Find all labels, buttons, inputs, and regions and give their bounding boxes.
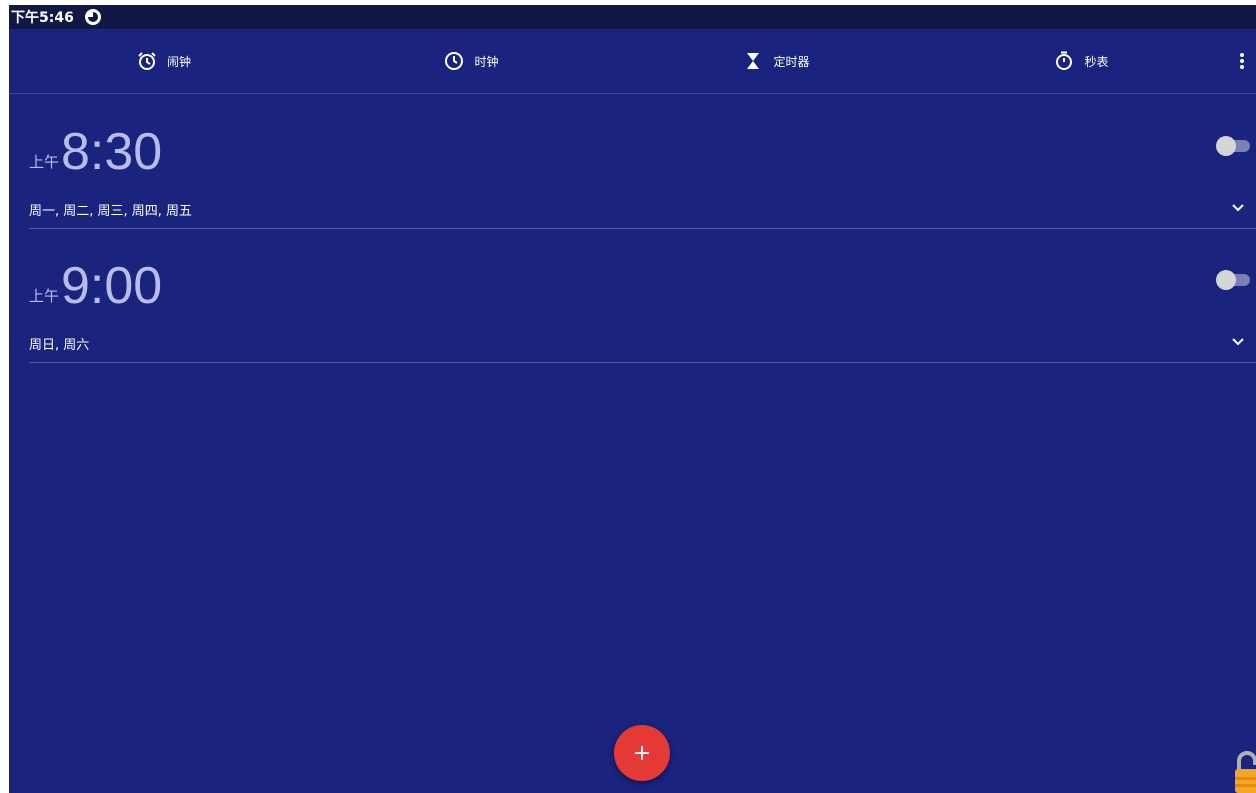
alarm-toggle[interactable]: [1216, 136, 1250, 156]
alarm-toggle[interactable]: [1216, 270, 1250, 290]
more-vert-icon: [1240, 53, 1244, 69]
stopwatch-icon: [1056, 51, 1073, 70]
alarm-ampm: 上午: [29, 287, 60, 305]
status-time: 下午5:46: [11, 10, 74, 26]
toggle-thumb: [1216, 270, 1236, 290]
chevron-down-icon[interactable]: [1230, 200, 1246, 216]
add-alarm-button[interactable]: +: [614, 725, 670, 781]
tab-alarm[interactable]: 闹钟: [9, 29, 319, 93]
tab-bar: 闹钟 时钟 定时器 秒表: [9, 29, 1256, 94]
tab-clock-label: 时钟: [474, 54, 499, 69]
alarm-icon: [138, 52, 156, 70]
alarm-ampm: 上午: [29, 153, 60, 171]
hourglass-icon: [747, 53, 760, 69]
alarm-repeat-days: 周日, 周六: [29, 338, 90, 353]
notification-icon: [84, 9, 101, 25]
alarm-repeat-days: 周一, 周二, 周三, 周四, 周五: [29, 204, 193, 219]
alarm-app-screen: 下午5:46 闹钟 时钟 定时器 秒表 上午 8:30 周一, 周二, 周三, …: [9, 5, 1256, 793]
status-bar: 下午5:46: [9, 5, 1256, 29]
tab-clock[interactable]: 时钟: [319, 29, 624, 93]
alarm-time-display[interactable]: 上午 8:30: [29, 112, 162, 182]
tab-timer-label: 定时器: [773, 54, 810, 69]
chevron-down-icon[interactable]: [1230, 334, 1246, 350]
clock-icon: [445, 52, 464, 70]
toggle-thumb: [1216, 136, 1236, 156]
tab-alarm-label: 闹钟: [166, 54, 191, 69]
alarm-item[interactable]: 上午 9:00 周日, 周六: [29, 228, 1256, 363]
tab-stopwatch[interactable]: 秒表: [929, 29, 1234, 93]
add-icon: +: [632, 740, 652, 766]
alarm-item[interactable]: 上午 8:30 周一, 周二, 周三, 周四, 周五: [29, 94, 1256, 229]
tab-stopwatch-label: 秒表: [1084, 54, 1109, 69]
alarm-time: 9:00: [61, 257, 163, 315]
alarm-time-display[interactable]: 上午 9:00: [29, 246, 162, 316]
overflow-menu-button[interactable]: [1232, 29, 1252, 93]
tab-timer[interactable]: 定时器: [624, 29, 929, 93]
lock-icon[interactable]: [1231, 749, 1256, 793]
alarm-time: 8:30: [61, 123, 163, 181]
